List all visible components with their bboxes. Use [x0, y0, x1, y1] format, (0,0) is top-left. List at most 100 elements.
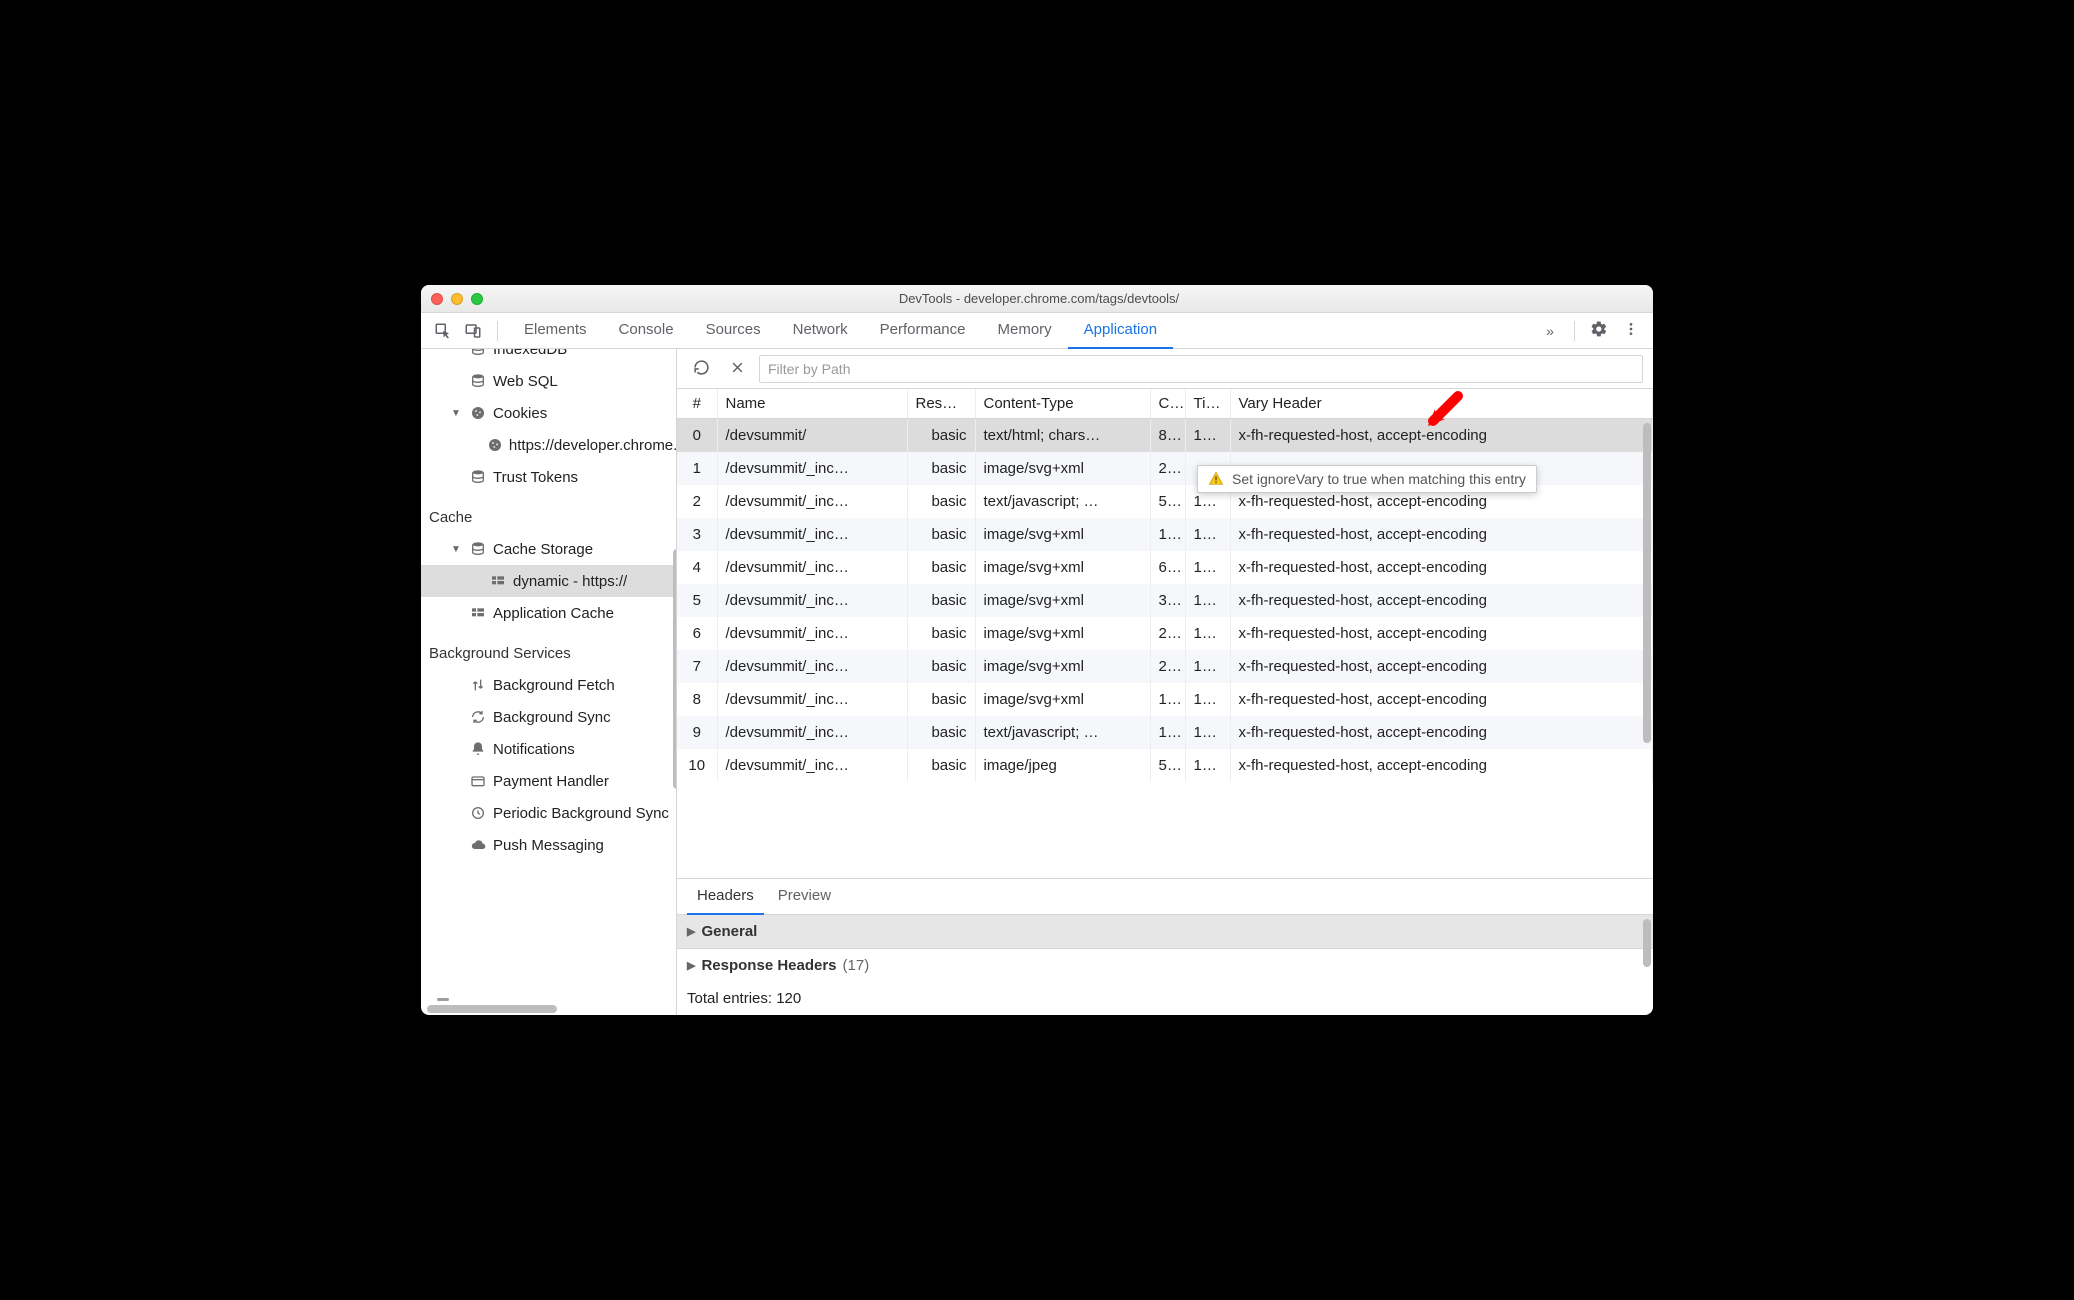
- col-header-vary[interactable]: Vary Header: [1230, 389, 1653, 419]
- sidebar-item-label: Push Messaging: [493, 837, 604, 854]
- section-count: (17): [843, 957, 870, 974]
- table-row[interactable]: 5/devsummit/_inc…basicimage/svg+xml3…1…x…: [677, 584, 1653, 617]
- tab-sources[interactable]: Sources: [690, 313, 777, 349]
- tab-performance[interactable]: Performance: [864, 313, 982, 349]
- tooltip-text: Set ignoreVary to true when matching thi…: [1232, 471, 1526, 487]
- minimize-window-button[interactable]: [451, 293, 463, 305]
- general-section-toggle[interactable]: ▶ General: [677, 915, 1653, 949]
- sidebar-item-label: Cache Storage: [493, 541, 593, 558]
- col-header-content-type[interactable]: Content-Type: [975, 389, 1150, 419]
- cache-toolbar: [677, 349, 1653, 389]
- delete-button[interactable]: [723, 355, 751, 383]
- tab-console[interactable]: Console: [603, 313, 690, 349]
- resize-handle-icon[interactable]: [437, 998, 449, 1001]
- table-row[interactable]: 9/devsummit/_inc…basictext/javascript; ……: [677, 716, 1653, 749]
- detail-tab-preview[interactable]: Preview: [768, 879, 841, 915]
- zoom-window-button[interactable]: [471, 293, 483, 305]
- inspect-element-icon[interactable]: [429, 317, 457, 345]
- cache-table-area: # Name Res… Content-Type C.. Ti… Vary He…: [677, 389, 1653, 879]
- table-row[interactable]: 8/devsummit/_inc…basicimage/svg+xml1…1…x…: [677, 683, 1653, 716]
- tab-application[interactable]: Application: [1068, 313, 1173, 349]
- table-scroll-thumb[interactable]: [1643, 423, 1651, 743]
- sidebar-item-web-sql[interactable]: Web SQL: [421, 365, 676, 397]
- separator: [497, 321, 498, 341]
- sidebar-item-payment-handler[interactable]: Payment Handler: [421, 765, 676, 797]
- col-header-content-length[interactable]: C..: [1150, 389, 1185, 419]
- sidebar-item-dynamic-https[interactable]: dynamic - https://: [421, 565, 676, 597]
- table-row[interactable]: 3/devsummit/_inc…basicimage/svg+xml1…1…x…: [677, 518, 1653, 551]
- table-row[interactable]: 0/devsummit/basictext/html; chars…8…1…x-…: [677, 419, 1653, 452]
- chevron-right-icon: ▶: [687, 959, 695, 972]
- sidebar-item-label: Periodic Background Sync: [493, 805, 669, 822]
- detail-tab-headers[interactable]: Headers: [687, 879, 764, 915]
- more-tabs-icon[interactable]: »: [1536, 323, 1564, 339]
- tab-network[interactable]: Network: [777, 313, 864, 349]
- sidebar-section-background-services: Background Services: [421, 637, 676, 669]
- sidebar-item-application-cache[interactable]: Application Cache: [421, 597, 676, 629]
- sidebar-item-label: Background Sync: [493, 709, 611, 726]
- db-icon: [469, 540, 487, 558]
- vary-warning-tooltip: Set ignoreVary to true when matching thi…: [1197, 465, 1537, 493]
- sidebar-item-label: Cookies: [493, 405, 547, 422]
- updown-icon: [469, 676, 487, 694]
- details-scroll-thumb[interactable]: [1643, 919, 1651, 967]
- sidebar-item-label: Payment Handler: [493, 773, 609, 790]
- sidebar-item-indexeddb[interactable]: IndexedDB: [421, 349, 676, 365]
- tab-elements[interactable]: Elements: [508, 313, 603, 349]
- settings-button[interactable]: [1585, 317, 1613, 345]
- details-tab-bar: HeadersPreview: [677, 879, 1653, 915]
- sidebar-item-cookies[interactable]: ▼Cookies: [421, 397, 676, 429]
- clock-icon: [469, 804, 487, 822]
- col-header-response[interactable]: Res…: [907, 389, 975, 419]
- devtools-window: DevTools - developer.chrome.com/tags/dev…: [421, 285, 1653, 1015]
- sidebar-item-background-fetch[interactable]: Background Fetch: [421, 669, 676, 701]
- col-header-num[interactable]: #: [677, 389, 717, 419]
- sidebar-item-cache-storage[interactable]: ▼ Cache Storage: [421, 533, 676, 565]
- cache-table: # Name Res… Content-Type C.. Ti… Vary He…: [677, 389, 1653, 782]
- sidebar-item-label: https://developer.chrome.com: [509, 437, 676, 454]
- toggle-device-icon[interactable]: [459, 317, 487, 345]
- customize-button[interactable]: [1617, 317, 1645, 345]
- sidebar-item-label: Application Cache: [493, 605, 614, 622]
- separator: [1574, 321, 1575, 341]
- table-row[interactable]: 10/devsummit/_inc…basicimage/jpeg5…1…x-f…: [677, 749, 1653, 782]
- sidebar-h-scrollbar[interactable]: [421, 1003, 676, 1015]
- response-headers-section-toggle[interactable]: ▶ Response Headers (17): [677, 949, 1653, 982]
- table-row[interactable]: 7/devsummit/_inc…basicimage/svg+xml2…1…x…: [677, 650, 1653, 683]
- h-scroll-thumb[interactable]: [427, 1005, 557, 1013]
- table-header-row: # Name Res… Content-Type C.. Ti… Vary He…: [677, 389, 1653, 419]
- chevron-right-icon: ▶: [687, 925, 695, 938]
- col-header-name[interactable]: Name: [717, 389, 907, 419]
- chevron-down-icon: ▼: [449, 542, 463, 556]
- sidebar-item-trust-tokens[interactable]: Trust Tokens: [421, 461, 676, 493]
- close-window-button[interactable]: [431, 293, 443, 305]
- sidebar-item-background-sync[interactable]: Background Sync: [421, 701, 676, 733]
- card-icon: [469, 772, 487, 790]
- sidebar-item-label: Notifications: [493, 741, 575, 758]
- grid-icon: [469, 604, 487, 622]
- gear-icon: [1590, 320, 1608, 341]
- col-header-time[interactable]: Ti…: [1185, 389, 1230, 419]
- section-label: Background Services: [429, 645, 571, 662]
- sidebar-item-periodic-background-sync[interactable]: Periodic Background Sync: [421, 797, 676, 829]
- sync-icon: [469, 708, 487, 726]
- cache-storage-pane: # Name Res… Content-Type C.. Ti… Vary He…: [677, 349, 1653, 1015]
- section-label: Cache: [429, 509, 472, 526]
- kebab-icon: [1623, 321, 1639, 340]
- table-row[interactable]: 4/devsummit/_inc…basicimage/svg+xml6…1…x…: [677, 551, 1653, 584]
- refresh-button[interactable]: [687, 355, 715, 383]
- sidebar-section-cache: Cache: [421, 501, 676, 533]
- sidebar-item-label: IndexedDB: [493, 349, 567, 358]
- headers-sections: ▶ General ▶ Response Headers (17): [677, 915, 1653, 982]
- tab-memory[interactable]: Memory: [982, 313, 1068, 349]
- warning-icon: [1208, 471, 1224, 487]
- db-icon: [469, 372, 487, 390]
- sidebar-item-notifications[interactable]: Notifications: [421, 733, 676, 765]
- close-icon: [730, 360, 745, 378]
- filter-input[interactable]: [759, 355, 1643, 383]
- sidebar-item-label: Background Fetch: [493, 677, 615, 694]
- traffic-lights: [431, 293, 483, 305]
- table-row[interactable]: 6/devsummit/_inc…basicimage/svg+xml2…1…x…: [677, 617, 1653, 650]
- sidebar-item-push-messaging[interactable]: Push Messaging: [421, 829, 676, 861]
- sidebar-item-https-developer-chrome-com[interactable]: https://developer.chrome.com: [421, 429, 676, 461]
